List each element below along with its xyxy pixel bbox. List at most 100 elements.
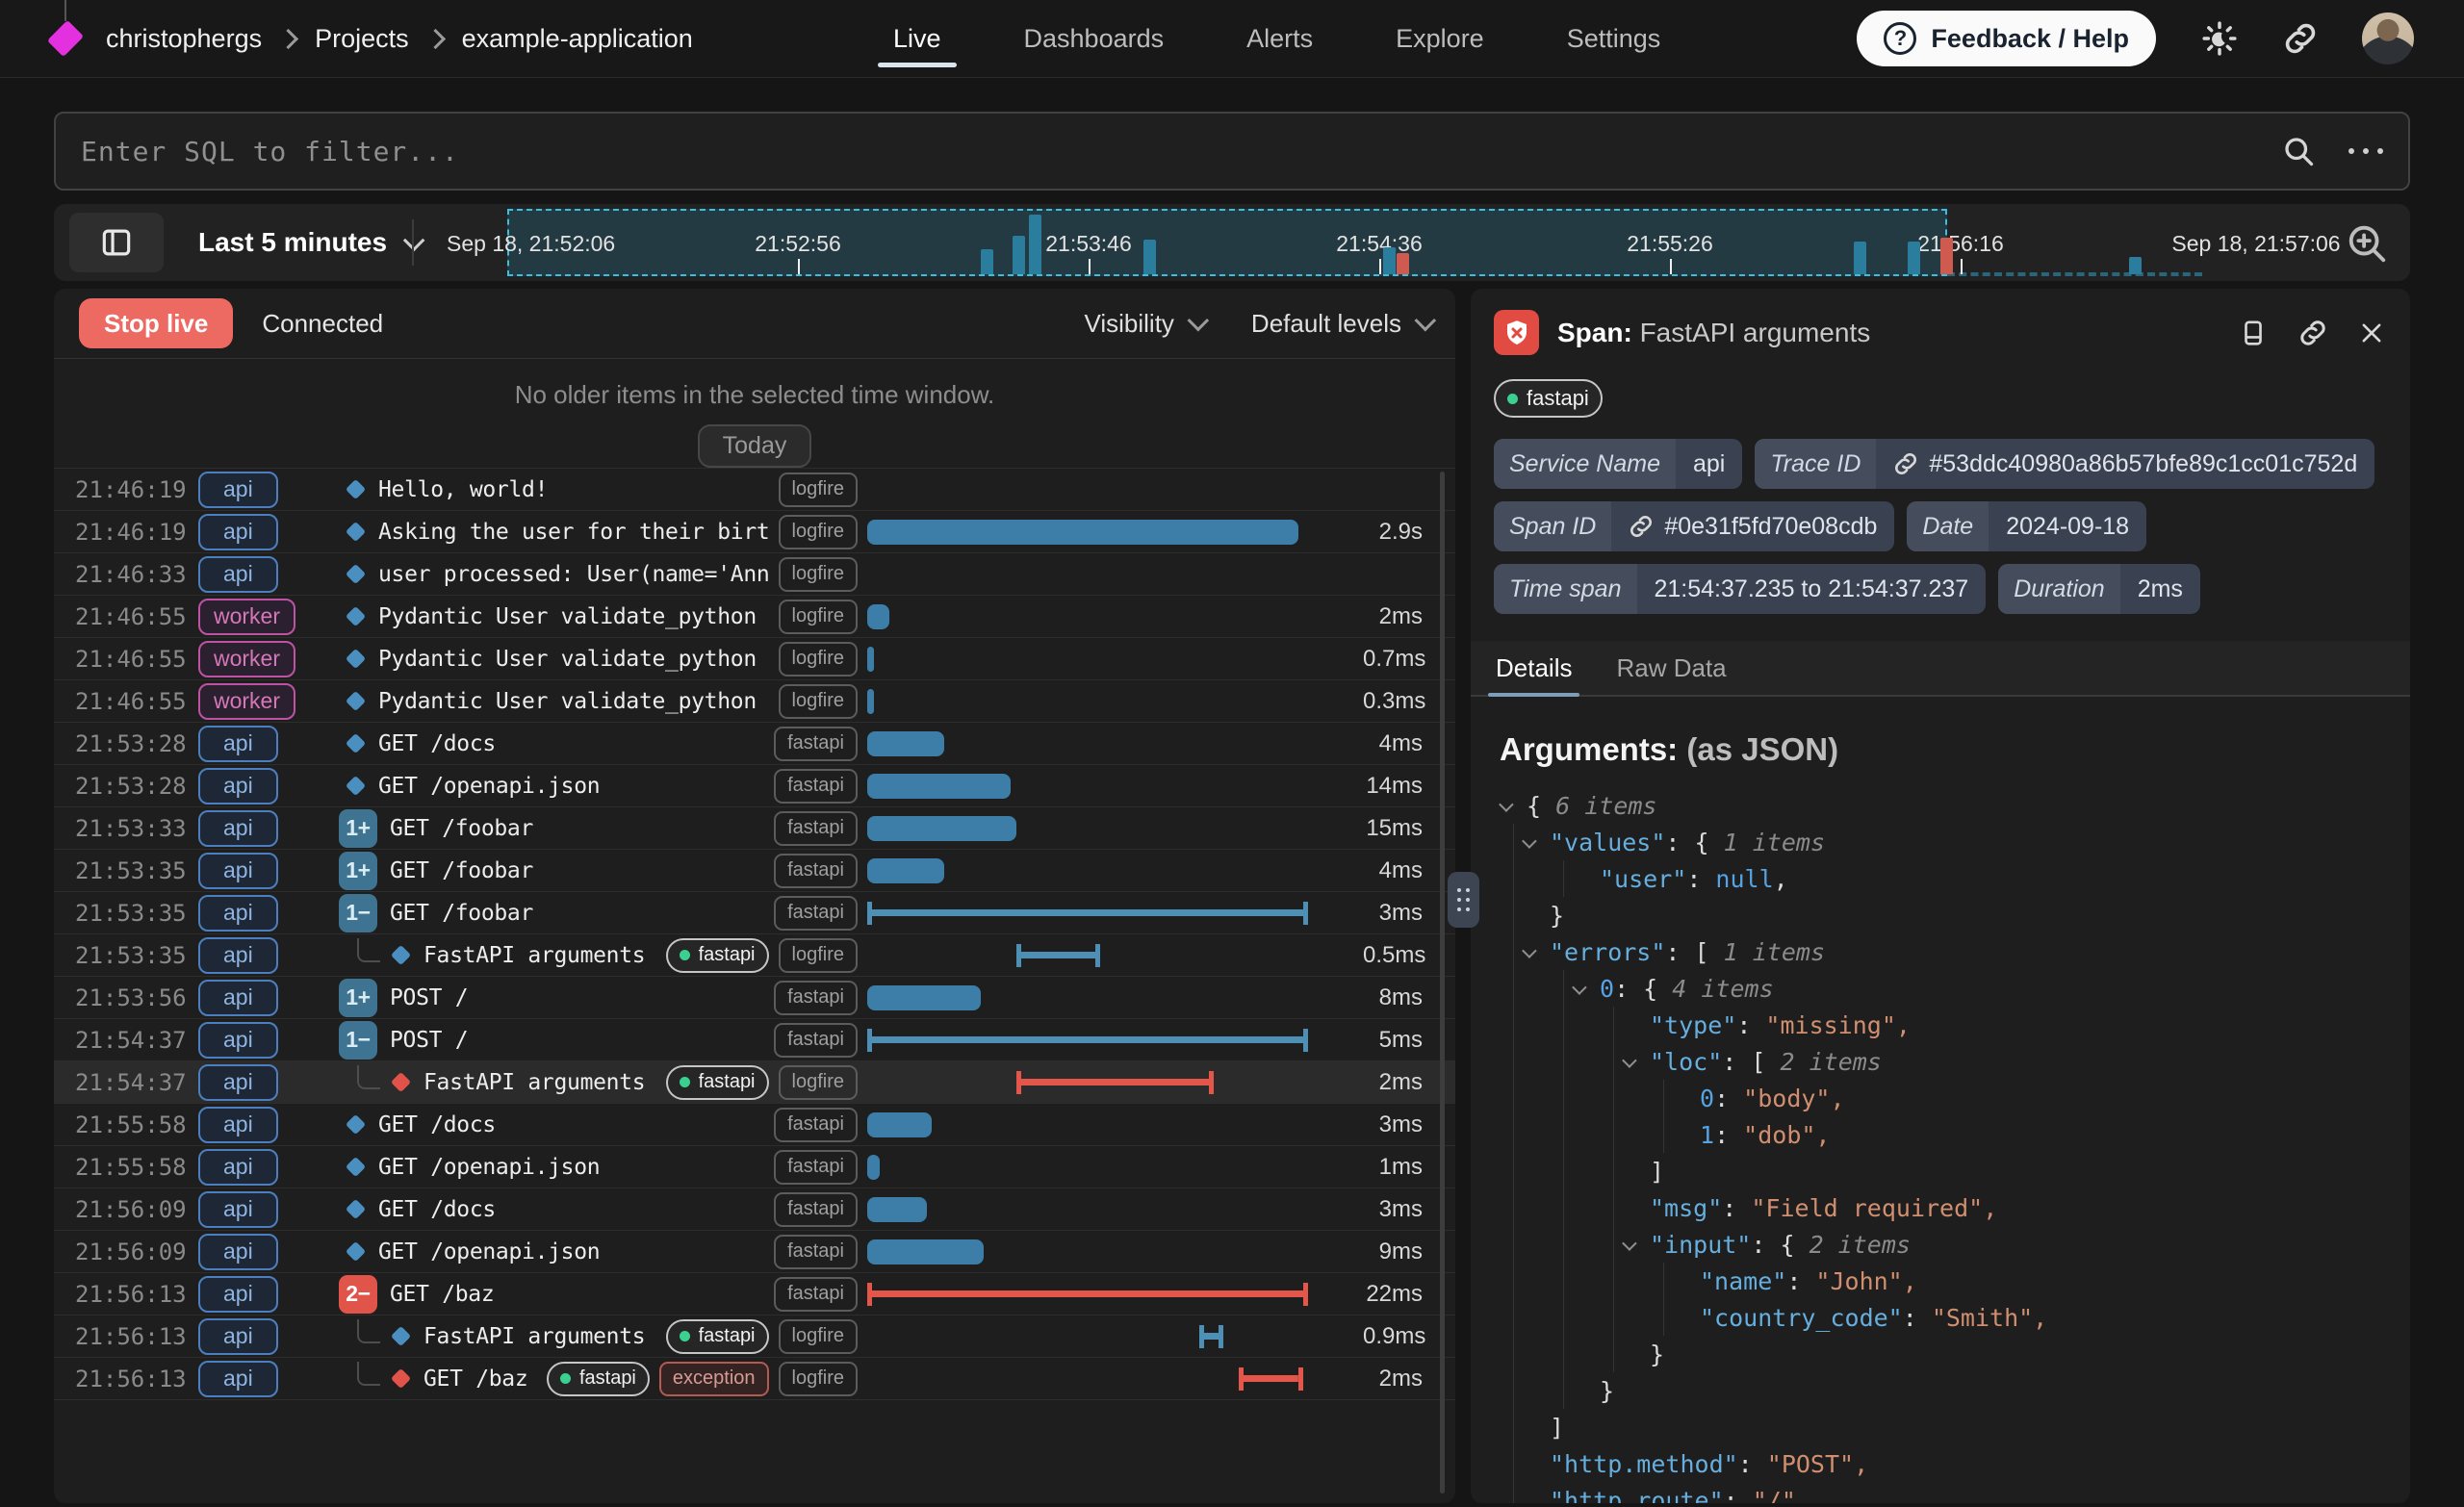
time-range-select[interactable]: Last 5 minutes <box>198 204 420 281</box>
tab-dashboards[interactable]: Dashboards <box>1024 0 1165 77</box>
trace-row[interactable]: 21:55:58apiGET /openapi.jsonfastapi1ms <box>54 1146 1455 1188</box>
json-line[interactable]: { 6 items <box>1500 787 2410 824</box>
children-toggle-badge[interactable]: 1− <box>339 894 377 932</box>
json-line[interactable]: "http.route": "/", <box>1500 1482 2410 1503</box>
json-line[interactable]: 0: "body", <box>1500 1080 2410 1116</box>
scrollbar[interactable] <box>1440 472 1445 1494</box>
collapse-chevron-icon[interactable] <box>1623 1057 1650 1067</box>
sidebar-toggle-button[interactable] <box>69 213 164 272</box>
more-options-icon[interactable] <box>2348 148 2383 154</box>
json-line[interactable]: "errors": [ 1 items <box>1500 933 2410 970</box>
json-line[interactable]: } <box>1500 897 2410 933</box>
trace-row[interactable]: 21:56:13api2−GET /bazfastapi22ms <box>54 1273 1455 1315</box>
search-icon[interactable] <box>2281 134 2316 168</box>
children-toggle-badge[interactable]: 1− <box>339 1021 377 1060</box>
trace-row[interactable]: 21:46:55workerPydantic User validate_pyt… <box>54 638 1455 680</box>
breadcrumb-item-projects[interactable]: Projects <box>315 24 409 54</box>
json-line[interactable]: 0: { 4 items <box>1500 970 2410 1007</box>
children-toggle-badge[interactable]: 2− <box>339 1275 377 1314</box>
tab-live[interactable]: Live <box>893 0 941 77</box>
copy-link-icon[interactable] <box>2298 319 2327 347</box>
trace-row[interactable]: 21:53:28apiGET /openapi.jsonfastapi14ms <box>54 765 1455 807</box>
json-line[interactable]: "name": "John", <box>1500 1263 2410 1299</box>
dock-panel-icon[interactable] <box>2239 319 2268 347</box>
fastapi-tag[interactable]: fastapi <box>1494 379 1603 418</box>
json-line[interactable]: "http.method": "POST", <box>1500 1445 2410 1482</box>
trace-row-message: Hello, world! <box>378 477 771 502</box>
children-toggle-badge[interactable]: 1+ <box>339 979 377 1017</box>
trace-row[interactable]: 21:46:33apiuser processed: User(name='An… <box>54 553 1455 596</box>
json-line[interactable]: } <box>1500 1336 2410 1372</box>
trace-row[interactable]: 21:53:35apiFastAPI argumentsfastapilogfi… <box>54 934 1455 977</box>
stop-live-button[interactable]: Stop live <box>79 298 233 348</box>
sql-filter-input[interactable]: Enter SQL to filter... <box>54 112 2410 191</box>
trace-row[interactable]: 21:46:19apiAsking the user for their bir… <box>54 511 1455 553</box>
trace-row-service: worker <box>198 641 339 677</box>
green-dot-icon <box>680 950 690 960</box>
panel-resize-handle[interactable] <box>1448 872 1479 928</box>
trace-row-message: FastAPI arguments <box>424 943 658 968</box>
zoom-in-icon[interactable] <box>2345 221 2389 266</box>
json-line[interactable]: "input": { 2 items <box>1500 1226 2410 1263</box>
link-icon[interactable] <box>1893 451 1918 476</box>
logfire-logo-icon[interactable] <box>47 20 84 57</box>
trace-row[interactable]: 21:53:33api1+GET /foobarfastapi15ms <box>54 807 1455 850</box>
collapse-chevron-icon[interactable] <box>1500 801 1527 811</box>
trace-row[interactable]: 21:56:09apiGET /openapi.jsonfastapi9ms <box>54 1231 1455 1273</box>
trace-row[interactable]: 21:55:58apiGET /docsfastapi3ms <box>54 1104 1455 1146</box>
children-toggle-badge[interactable]: 1+ <box>339 852 377 890</box>
trace-row[interactable]: 21:54:37api1−POST /fastapi5ms <box>54 1019 1455 1061</box>
trace-row[interactable]: 21:56:13apiFastAPI argumentsfastapilogfi… <box>54 1315 1455 1358</box>
tag-label: logfire <box>792 1325 844 1347</box>
link-icon[interactable] <box>1629 514 1654 539</box>
indent-guide <box>1513 860 1514 897</box>
trace-row[interactable]: 21:56:13apiGET /baz (fofastapiexceptionl… <box>54 1358 1455 1400</box>
trace-row[interactable]: 21:54:37apiFastAPI argumentsfastapilogfi… <box>54 1061 1455 1104</box>
default-levels-dropdown[interactable]: Default levels <box>1251 309 1430 339</box>
trace-row[interactable]: 21:53:35api1−GET /foobarfastapi3ms <box>54 892 1455 934</box>
json-line[interactable]: ] <box>1500 1409 2410 1445</box>
tab-settings[interactable]: Settings <box>1567 0 1661 77</box>
json-line[interactable]: 1: "dob", <box>1500 1116 2410 1153</box>
trace-row-message-cell: 1+GET /foobarfastapi <box>339 852 867 890</box>
json-line[interactable]: ] <box>1500 1153 2410 1189</box>
collapse-chevron-icon[interactable] <box>1523 947 1550 958</box>
json-line[interactable]: "user": null, <box>1500 860 2410 897</box>
trace-row[interactable]: 21:53:56api1+POST /fastapi8ms <box>54 977 1455 1019</box>
trace-row[interactable]: 21:53:28apiGET /docsfastapi4ms <box>54 723 1455 765</box>
visibility-dropdown[interactable]: Visibility <box>1084 309 1202 339</box>
json-line[interactable]: "values": { 1 items <box>1500 824 2410 860</box>
feedback-help-button[interactable]: ? Feedback / Help <box>1857 11 2156 66</box>
collapse-chevron-icon[interactable] <box>1573 983 1600 994</box>
indent-guide <box>1563 1116 1564 1153</box>
breadcrumb-item-christophergs[interactable]: christophergs <box>106 24 262 54</box>
trace-row[interactable]: 21:46:55workerPydantic User validate_pyt… <box>54 680 1455 723</box>
breadcrumb-item-example-application[interactable]: example-application <box>462 24 693 54</box>
json-line[interactable]: "type": "missing", <box>1500 1007 2410 1043</box>
trace-row[interactable]: 21:53:35api1+GET /foobarfastapi4ms <box>54 850 1455 892</box>
json-line[interactable]: "loc": [ 2 items <box>1500 1043 2410 1080</box>
json-line[interactable]: "country_code": "Smith", <box>1500 1299 2410 1336</box>
timeline-selection[interactable] <box>507 209 1947 276</box>
trace-row[interactable]: 21:56:09apiGET /docsfastapi3ms <box>54 1188 1455 1231</box>
user-avatar[interactable] <box>2362 13 2414 64</box>
green-dot-icon <box>680 1331 690 1341</box>
trace-row[interactable]: 21:46:19apiHello, world!logfire <box>54 469 1455 511</box>
trace-row[interactable]: 21:46:55workerPydantic User validate_pyt… <box>54 596 1455 638</box>
children-toggle-badge[interactable]: 1+ <box>339 809 377 848</box>
tab-raw-data[interactable]: Raw Data <box>1616 641 1726 695</box>
indent-guide <box>1563 1189 1564 1226</box>
json-line[interactable]: "msg": "Field required", <box>1500 1189 2410 1226</box>
close-icon[interactable] <box>2358 319 2385 346</box>
tab-alerts[interactable]: Alerts <box>1246 0 1313 77</box>
collapse-chevron-icon[interactable] <box>1623 1239 1650 1250</box>
tab-details[interactable]: Details <box>1496 641 1572 695</box>
copy-link-icon[interactable] <box>2283 21 2318 56</box>
timeline-histogram[interactable]: Sep 18, 21:52:06 Sep 18, 21:57:06 21:52:… <box>420 204 2323 281</box>
indent-guide <box>1513 1189 1514 1226</box>
theme-toggle-icon[interactable] <box>2200 19 2239 58</box>
tab-explore[interactable]: Explore <box>1396 0 1484 77</box>
collapse-chevron-icon[interactable] <box>1523 837 1550 848</box>
today-button[interactable]: Today <box>698 424 812 468</box>
json-line[interactable]: } <box>1500 1372 2410 1409</box>
